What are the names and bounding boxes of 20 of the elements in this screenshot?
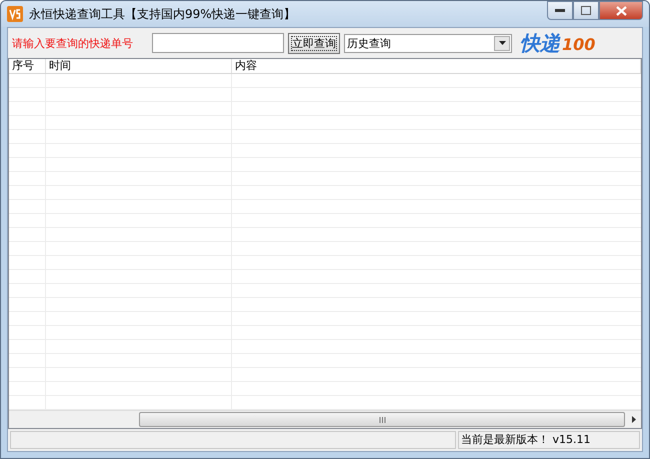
history-dropdown[interactable]: 历史查询 bbox=[344, 34, 512, 52]
close-icon bbox=[616, 6, 626, 16]
column-header[interactable]: 序号 bbox=[9, 59, 46, 73]
query-button[interactable]: 立即查询 bbox=[288, 32, 340, 54]
column-header[interactable]: 内容 bbox=[232, 59, 641, 73]
horizontal-scrollbar[interactable] bbox=[9, 410, 641, 428]
window-title: 永恒快递查询工具【支持国内99%快递一键查询】 bbox=[29, 6, 296, 22]
minimize-icon bbox=[555, 8, 565, 12]
maximize-icon bbox=[581, 6, 591, 15]
close-button[interactable] bbox=[599, 1, 643, 20]
maximize-button[interactable] bbox=[573, 1, 599, 20]
status-message: 当前是最新版本！ v15.11 bbox=[458, 431, 640, 449]
logo-number: 100 bbox=[562, 34, 596, 54]
app-icon bbox=[7, 6, 23, 22]
minimize-button[interactable] bbox=[547, 1, 573, 20]
column-header[interactable]: 时间 bbox=[46, 59, 232, 73]
logo-text: 快递 bbox=[520, 30, 560, 56]
scrollbar-thumb[interactable] bbox=[139, 412, 625, 427]
tracking-number-field[interactable] bbox=[152, 33, 284, 53]
prompt-label: 请输入要查询的快递单号 bbox=[12, 36, 134, 50]
